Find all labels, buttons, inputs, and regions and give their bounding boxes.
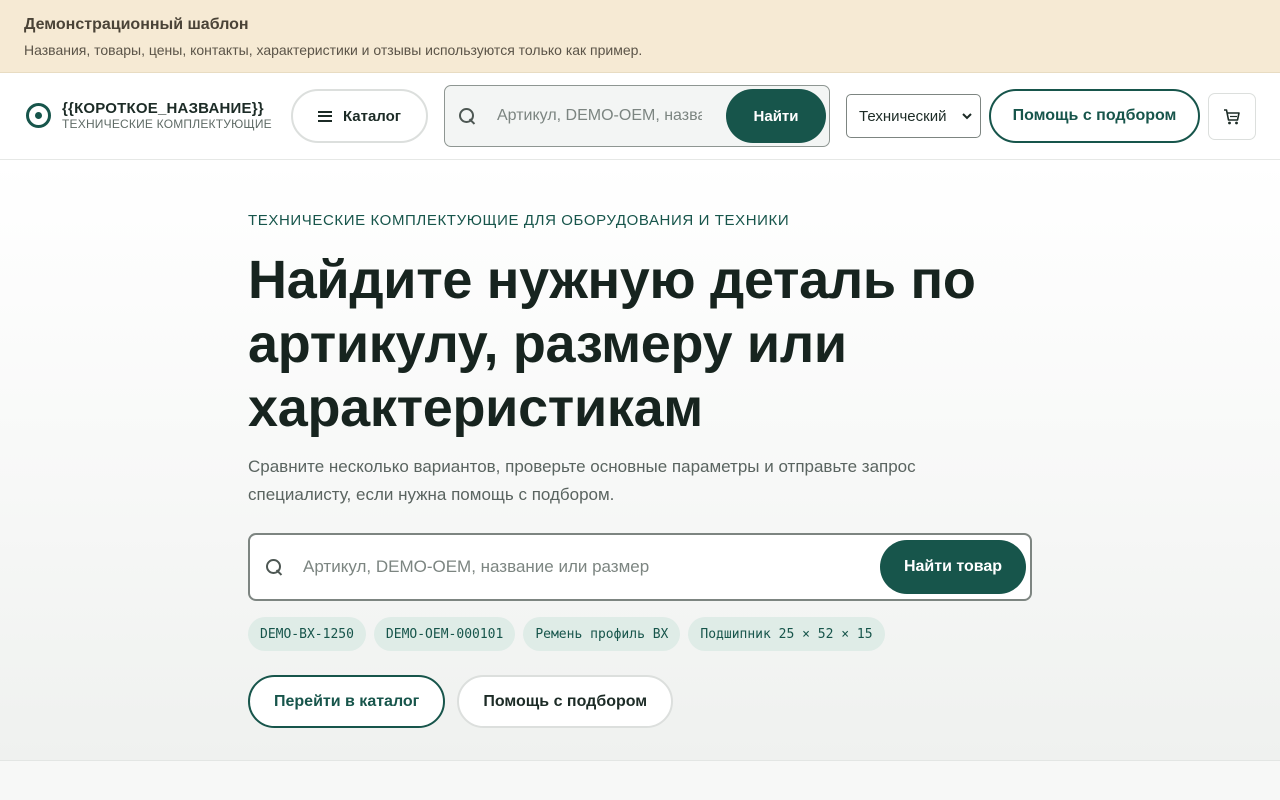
catalog-button[interactable]: Каталог — [291, 89, 428, 143]
find-product-button[interactable]: Найти товар — [880, 540, 1026, 594]
demo-banner-title: Демонстрационный шаблон — [24, 16, 249, 33]
logo[interactable]: {{КОРОТКОЕ_НАЗВАНИЕ}} ТЕХНИЧЕСКИЕ КОМПЛЕ… — [26, 100, 272, 131]
quick-search-chips: DEMO-BX-1250 DEMO-OEM-000101 Ремень проф… — [248, 617, 885, 651]
cart-icon — [1224, 108, 1240, 124]
hero-eyebrow: ТЕХНИЧЕСКИЕ КОМПЛЕКТУЮЩИЕ ДЛЯ ОБОРУДОВАН… — [248, 212, 790, 229]
hero-section: ТЕХНИЧЕСКИЕ КОМПЛЕКТУЮЩИЕ ДЛЯ ОБОРУДОВАН… — [0, 160, 1280, 761]
logo-text: {{КОРОТКОЕ_НАЗВАНИЕ}} ТЕХНИЧЕСКИЕ КОМПЛЕ… — [62, 100, 272, 131]
logo-name: {{КОРОТКОЕ_НАЗВАНИЕ}} — [62, 100, 264, 117]
next-section — [0, 761, 1280, 800]
main-search-input[interactable] — [303, 557, 843, 577]
main-search: Найти товар — [248, 533, 1032, 601]
demo-banner: Демонстрационный шаблон Названия, товары… — [0, 0, 1280, 73]
hero-title: Найдите нужную деталь по артикулу, разме… — [248, 250, 976, 438]
logo-icon — [26, 103, 51, 128]
hero-description: Сравните несколько вариантов, проверьте … — [248, 457, 916, 504]
catalog-button-label: Каталог — [342, 107, 402, 125]
type-select-value: Технический — [859, 107, 947, 125]
logo-subtitle: ТЕХНИЧЕСКИЕ КОМПЛЕКТУЮЩИЕ — [62, 117, 272, 131]
hero-help-button[interactable]: Помощь с подбором — [457, 675, 674, 728]
demo-banner-text: Названия, товары, цены, контакты, характ… — [24, 42, 643, 58]
site-header: {{КОРОТКОЕ_НАЗВАНИЕ}} ТЕХНИЧЕСКИЕ КОМПЛЕ… — [0, 73, 1280, 160]
cart-button[interactable] — [1208, 93, 1256, 140]
header-help-button[interactable]: Помощь с подбором — [989, 89, 1200, 143]
type-select[interactable]: Технический — [846, 94, 981, 138]
quick-search-chip[interactable]: DEMO-OEM-000101 — [373, 617, 516, 651]
quick-search-chip[interactable]: Ремень профиль BX — [523, 617, 681, 651]
quick-search-chip[interactable]: DEMO-BX-1250 — [248, 617, 366, 651]
chevron-down-icon — [962, 113, 972, 120]
quick-search-chip[interactable]: Подшипник 25 × 52 × 15 — [688, 617, 885, 651]
header-search-button[interactable]: Найти — [726, 89, 826, 143]
search-icon — [266, 558, 283, 576]
menu-icon — [317, 110, 332, 122]
header-search: Найти — [444, 85, 830, 147]
search-icon — [459, 107, 476, 125]
go-to-catalog-button[interactable]: Перейти в каталог — [248, 675, 446, 728]
header-search-input[interactable] — [497, 107, 702, 125]
hero-actions: Перейти в каталог Помощь с подбором — [248, 675, 674, 728]
